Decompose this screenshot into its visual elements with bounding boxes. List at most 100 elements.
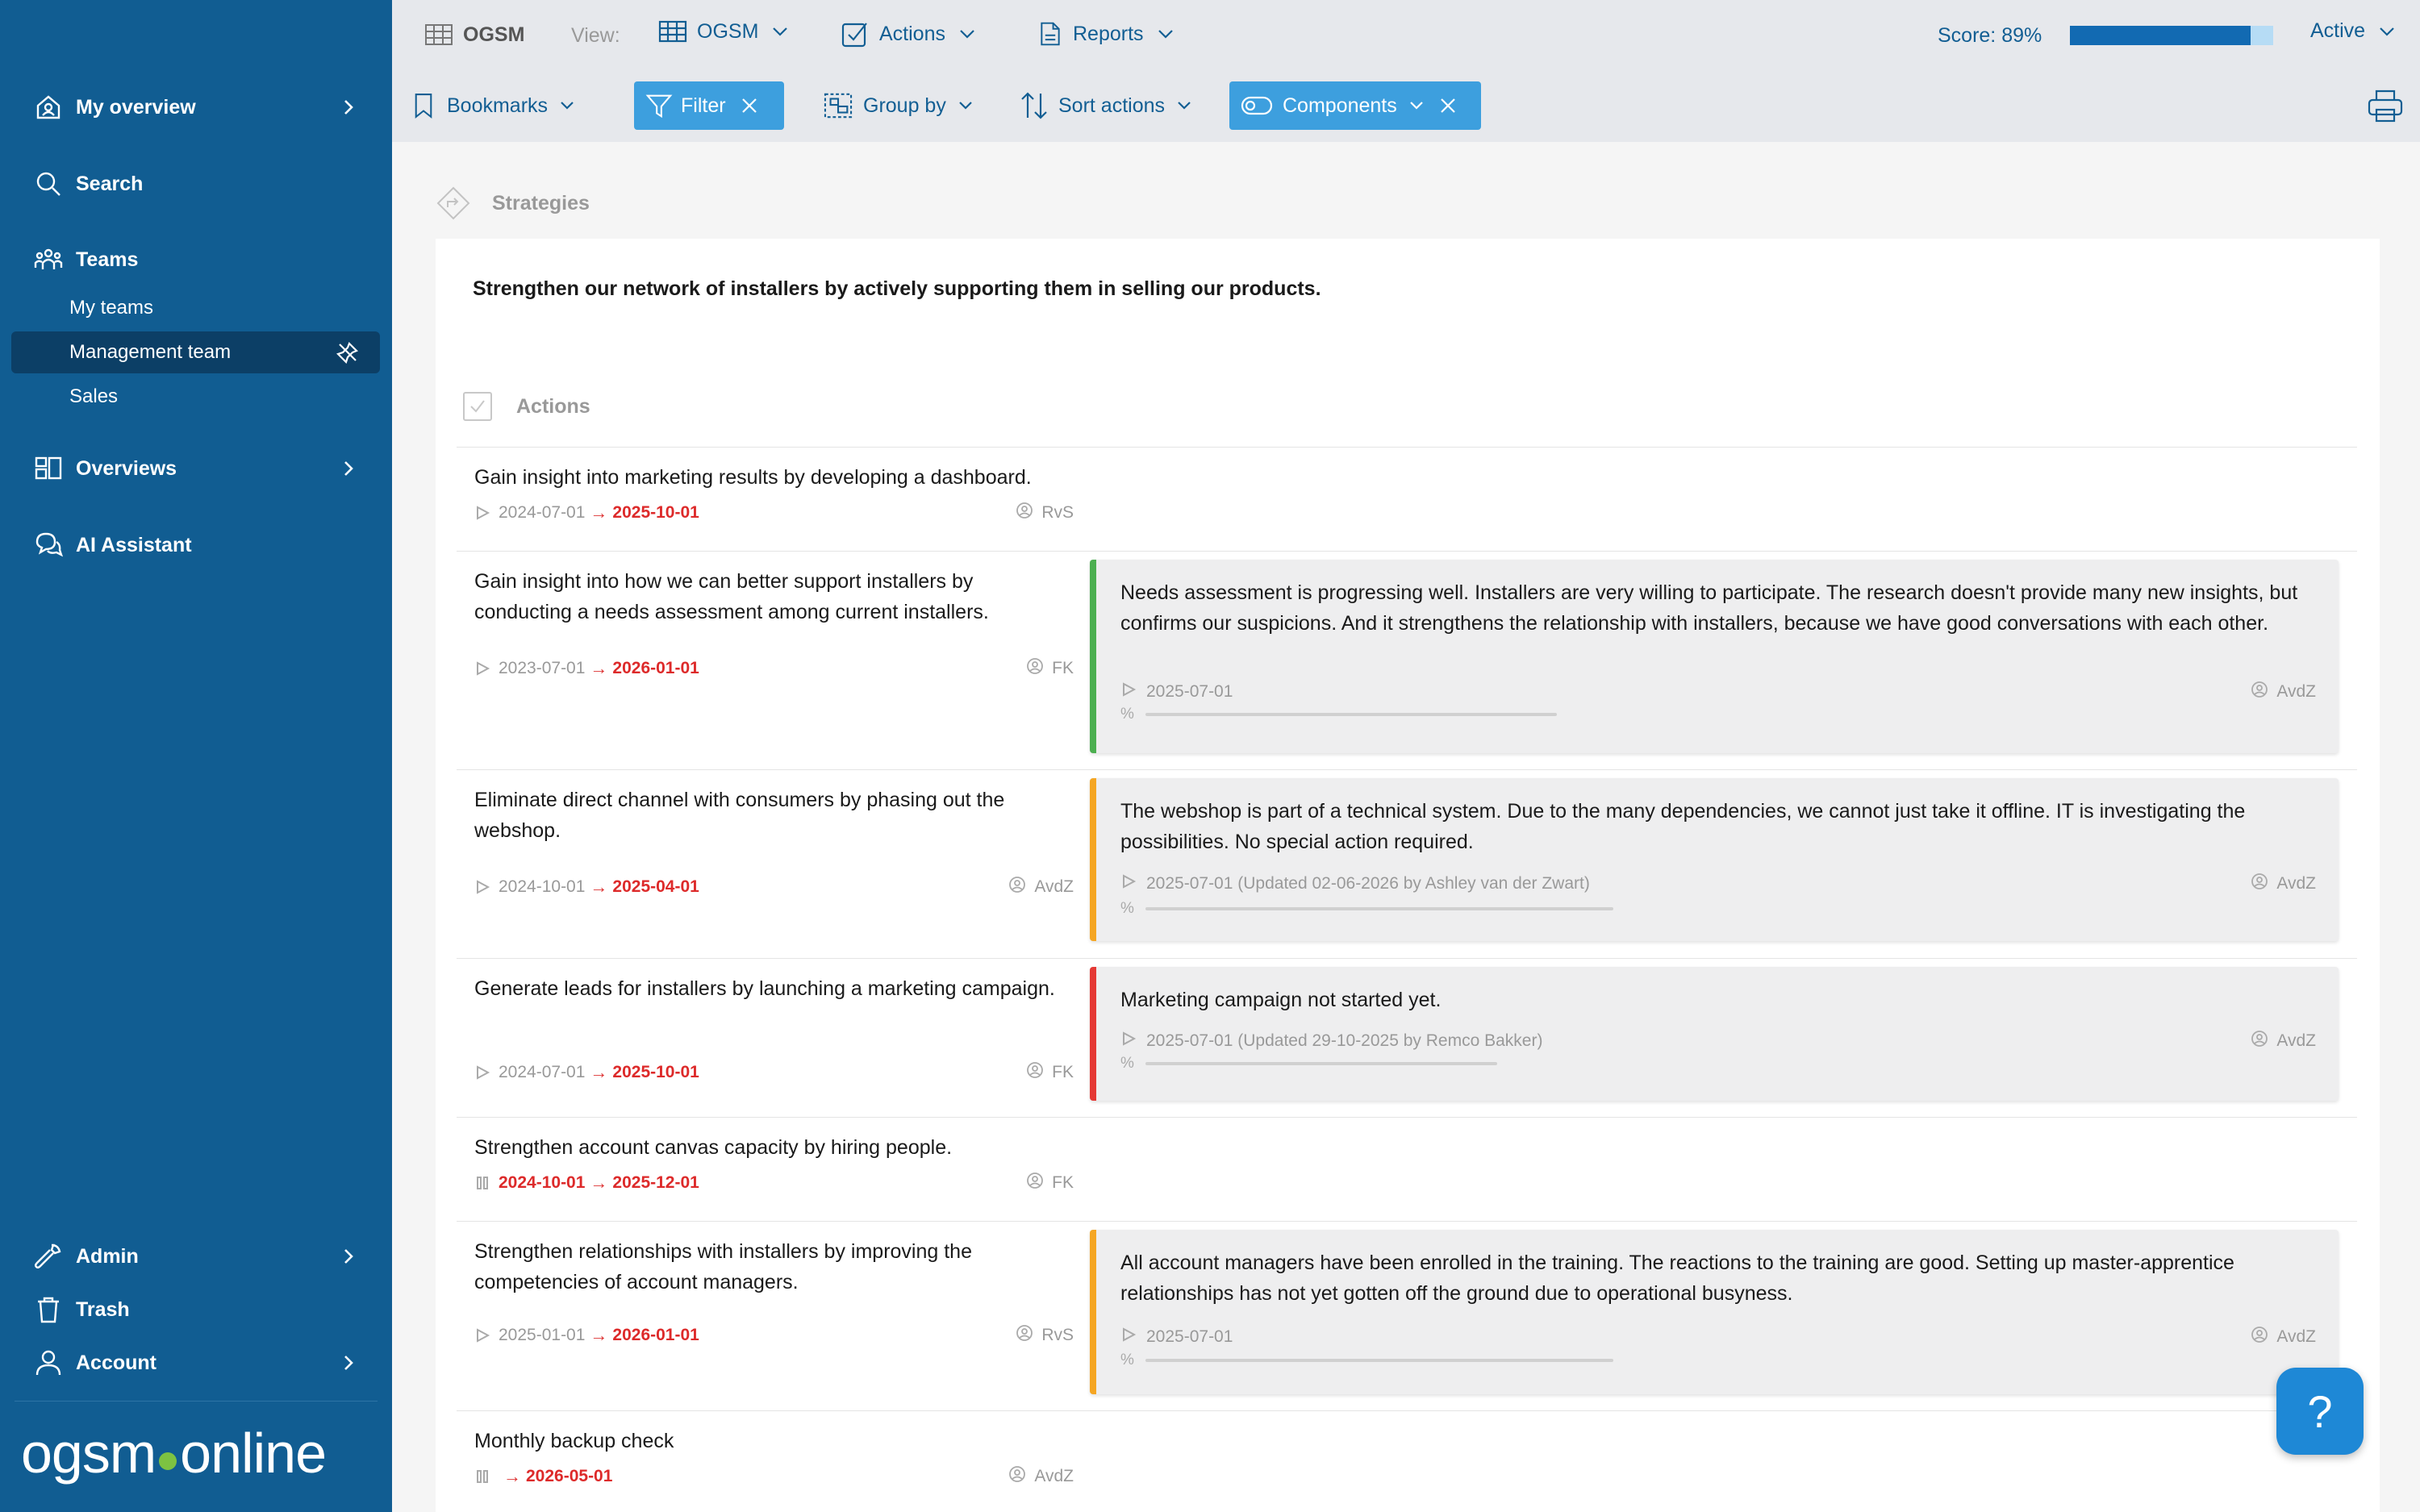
action-row[interactable]: Eliminate direct channel with consumers … bbox=[457, 769, 2357, 957]
update-meta: 2025-07-01 (Updated 29-10-2025 by Remco … bbox=[1120, 1030, 2316, 1052]
help-button[interactable]: ? bbox=[2276, 1368, 2364, 1455]
filter-button[interactable]: Filter bbox=[634, 81, 784, 130]
percent-label: % bbox=[1120, 900, 1134, 917]
update-meta: 2025-07-01 (Updated 02-06-2026 by Ashley… bbox=[1120, 873, 2316, 895]
update-progress: % bbox=[1120, 1352, 1613, 1368]
sort-actions-button[interactable]: Sort actions bbox=[1008, 81, 1204, 130]
update-text: The webshop is part of a technical syste… bbox=[1120, 800, 2246, 853]
action-row[interactable]: Strengthen relationships with installers… bbox=[457, 1221, 2357, 1410]
progress-update-card[interactable]: The webshop is part of a technical syste… bbox=[1090, 778, 2339, 941]
bookmark-icon bbox=[415, 94, 432, 119]
play-icon bbox=[1120, 681, 1146, 702]
sidebar-item-my-teams[interactable]: My teams bbox=[69, 288, 153, 328]
action-meta: → 2026-05-01 AvdZ bbox=[474, 1464, 1083, 1489]
view-select[interactable]: OGSM bbox=[658, 19, 789, 44]
group-by-button[interactable]: Group by bbox=[812, 81, 985, 130]
play-icon bbox=[474, 1064, 490, 1081]
progress-update-card[interactable]: Marketing campaign not started yet. 2025… bbox=[1090, 967, 2339, 1101]
close-icon[interactable] bbox=[1439, 97, 1457, 115]
document-icon bbox=[1041, 22, 1060, 46]
reports-menu[interactable]: Reports bbox=[1037, 19, 1175, 48]
components-button[interactable]: Components bbox=[1229, 81, 1481, 130]
actions-label: Actions bbox=[516, 394, 590, 418]
components-label: Components bbox=[1283, 94, 1397, 117]
action-row[interactable]: Monthly backup check → 2026-05-01 AvdZ bbox=[457, 1410, 2357, 1512]
play-icon bbox=[474, 660, 490, 677]
action-owner[interactable]: FK bbox=[1026, 1172, 1074, 1194]
nav-trash[interactable]: Trash bbox=[32, 1285, 373, 1334]
action-owner[interactable]: AvdZ bbox=[1008, 876, 1074, 898]
arrow-right-icon: → bbox=[590, 1325, 608, 1345]
action-meta: 2023-07-01 → 2026-01-01 FK bbox=[474, 656, 1083, 681]
action-title[interactable]: Gain insight into how we can better supp… bbox=[474, 566, 1063, 627]
action-owner[interactable]: FK bbox=[1026, 657, 1074, 680]
user-icon bbox=[2251, 873, 2276, 895]
update-owner[interactable]: AvdZ bbox=[2251, 1030, 2316, 1052]
sidebar-item-sales[interactable]: Sales bbox=[69, 377, 118, 417]
nav-teams[interactable]: Teams bbox=[32, 235, 373, 284]
action-row[interactable]: Gain insight into marketing results by d… bbox=[457, 447, 2357, 550]
strategy-text[interactable]: Strengthen our network of installers by … bbox=[473, 277, 1321, 301]
logo-dot-icon bbox=[159, 1452, 177, 1470]
update-owner[interactable]: AvdZ bbox=[2251, 681, 2316, 703]
score-label: Score: 89% bbox=[1938, 24, 2042, 47]
user-icon bbox=[1008, 876, 1034, 898]
action-owner[interactable]: AvdZ bbox=[1008, 1465, 1074, 1488]
update-progress: % bbox=[1120, 900, 1613, 917]
action-owner-initials: RvS bbox=[1041, 503, 1074, 522]
close-icon[interactable] bbox=[741, 97, 758, 115]
action-title[interactable]: Monthly backup check bbox=[474, 1426, 1063, 1456]
action-title[interactable]: Gain insight into marketing results by d… bbox=[474, 462, 1063, 493]
update-date: 2025-07-01 (Updated 29-10-2025 by Remco … bbox=[1146, 1031, 1543, 1050]
action-due-date: 2026-01-01 bbox=[612, 1326, 699, 1344]
trash-icon bbox=[32, 1293, 65, 1326]
sidebar-item-management-team[interactable]: Management team bbox=[11, 331, 380, 373]
action-start-date: 2024-07-01 bbox=[499, 503, 586, 522]
user-icon bbox=[2251, 1326, 2276, 1348]
nav-account[interactable]: Account bbox=[32, 1339, 373, 1387]
nav-my-overview[interactable]: My overview bbox=[32, 83, 373, 131]
actions-menu[interactable]: Actions bbox=[841, 19, 976, 48]
progress-update-card[interactable]: Needs assessment is progressing well. In… bbox=[1090, 560, 2339, 753]
logo-text-left: ogsm bbox=[21, 1422, 156, 1485]
nav-overviews[interactable]: Overviews bbox=[32, 444, 373, 493]
update-owner[interactable]: AvdZ bbox=[2251, 873, 2316, 895]
play-icon bbox=[474, 879, 490, 895]
checkbox-icon bbox=[841, 23, 867, 48]
action-row[interactable]: Generate leads for installers by launchi… bbox=[457, 958, 2357, 1116]
action-owner[interactable]: RvS bbox=[1016, 1324, 1074, 1347]
toolbar: Bookmarks Filter Group by Sort actions C… bbox=[392, 71, 2420, 142]
nav-search[interactable]: Search bbox=[32, 160, 373, 208]
action-title[interactable]: Eliminate direct channel with consumers … bbox=[474, 785, 1063, 846]
action-start-date: 2024-10-01 bbox=[499, 877, 586, 896]
print-button[interactable] bbox=[2367, 87, 2404, 124]
action-row[interactable]: Gain insight into how we can better supp… bbox=[457, 551, 2357, 768]
progress-update-card[interactable]: All account managers have been enrolled … bbox=[1090, 1230, 2339, 1394]
progress-track bbox=[1145, 713, 1557, 716]
nav-ai-assistant[interactable]: AI Assistant bbox=[32, 521, 373, 569]
pause-icon bbox=[474, 1468, 490, 1485]
unpin-icon[interactable] bbox=[336, 341, 359, 364]
update-progress: % bbox=[1120, 706, 1557, 723]
action-row[interactable]: Strengthen account canvas capacity by hi… bbox=[457, 1117, 2357, 1220]
action-owner[interactable]: FK bbox=[1026, 1061, 1074, 1084]
grid-icon bbox=[425, 24, 453, 45]
bookmarks-button[interactable]: Bookmarks bbox=[402, 81, 586, 130]
status-accent bbox=[1090, 967, 1096, 1101]
update-owner[interactable]: AvdZ bbox=[2251, 1326, 2316, 1348]
action-title[interactable]: Generate leads for installers by launchi… bbox=[474, 973, 1063, 1004]
status-select[interactable]: Active bbox=[2310, 19, 2396, 43]
chevron-down-icon bbox=[1158, 30, 1173, 39]
action-meta: 2024-10-01 → 2025-04-01 AvdZ bbox=[474, 875, 1083, 899]
bookmarks-label: Bookmarks bbox=[447, 94, 549, 117]
action-owner[interactable]: RvS bbox=[1016, 502, 1074, 524]
action-title[interactable]: Strengthen relationships with installers… bbox=[474, 1236, 1063, 1297]
view-label: View: bbox=[571, 24, 620, 47]
percent-label: % bbox=[1120, 706, 1134, 723]
action-owner-initials: RvS bbox=[1041, 1326, 1074, 1344]
update-date: 2025-07-01 (Updated 02-06-2026 by Ashley… bbox=[1146, 874, 1590, 893]
action-title[interactable]: Strengthen account canvas capacity by hi… bbox=[474, 1132, 1063, 1163]
status-select-value: Active bbox=[2310, 19, 2366, 42]
nav-admin[interactable]: Admin bbox=[32, 1232, 373, 1281]
user-icon bbox=[32, 1347, 65, 1379]
